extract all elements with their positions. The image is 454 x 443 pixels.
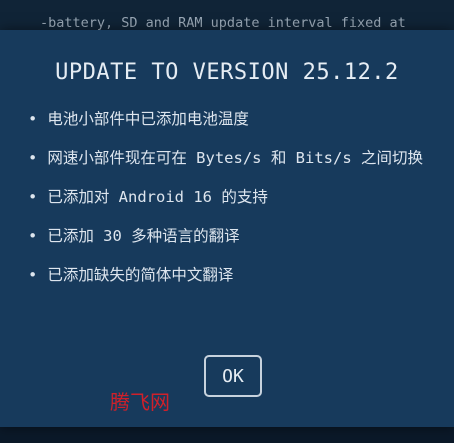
background-bottom-bar xyxy=(0,427,454,443)
list-item: • 已添加对 Android 16 的支持 xyxy=(28,188,440,207)
background-changelog-text: -battery, SD and RAM update interval fix… xyxy=(40,15,406,30)
bullet: • xyxy=(28,266,38,284)
ok-button[interactable]: OK xyxy=(204,355,262,397)
background-changelog: -battery, SD and RAM update interval fix… xyxy=(0,0,454,30)
list-item: • 电池小部件中已添加电池温度 xyxy=(28,110,440,129)
list-item-text: 已添加对 Android 16 的支持 xyxy=(47,188,268,206)
bullet: • xyxy=(28,188,38,206)
list-item-text: 已添加 30 多种语言的翻译 xyxy=(47,227,240,245)
list-item-text: 电池小部件中已添加电池温度 xyxy=(47,110,249,128)
list-item: • 网速小部件现在可在 Bytes/s 和 Bits/s 之间切换 xyxy=(28,149,440,168)
bullet: • xyxy=(28,110,38,128)
changelog-list: • 电池小部件中已添加电池温度 • 网速小部件现在可在 Bytes/s 和 Bits… xyxy=(28,110,440,305)
dialog-title: UPDATE TO VERSION 25.12.2 xyxy=(55,60,399,85)
list-item: • 已添加缺失的简体中文翻译 xyxy=(28,266,440,285)
list-item: • 已添加 30 多种语言的翻译 xyxy=(28,227,440,246)
list-item-text: 已添加缺失的简体中文翻译 xyxy=(47,266,234,284)
list-item-text: 网速小部件现在可在 Bytes/s 和 Bits/s 之间切换 xyxy=(47,149,423,167)
bullet: • xyxy=(28,149,38,167)
watermark: 腾飞网 xyxy=(110,390,170,414)
update-dialog: UPDATE TO VERSION 25.12.2 • 电池小部件中已添加电池温度… xyxy=(0,30,454,427)
bullet: • xyxy=(28,227,38,245)
